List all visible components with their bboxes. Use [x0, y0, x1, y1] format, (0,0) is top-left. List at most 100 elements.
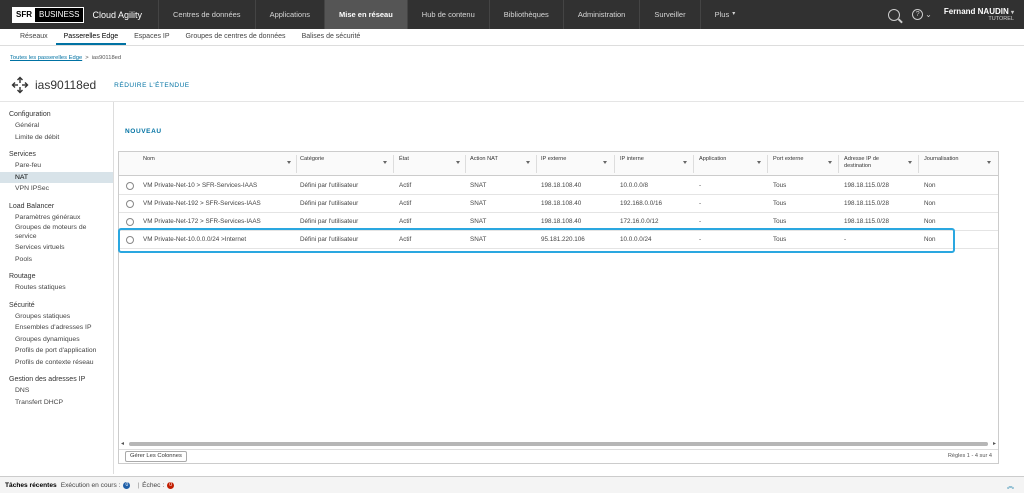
cell-destination-ip: 198.18.115.0/28 — [844, 200, 890, 207]
sfr-business-logo: SFR BUSINESS — [12, 6, 85, 23]
sidebar-item-general-settings[interactable]: Paramètres généraux — [0, 212, 113, 224]
sidebar-item-static-routes[interactable]: Routes statiques — [0, 282, 113, 294]
nav-tab-administration[interactable]: Administration — [562, 0, 640, 29]
subnav-security-tags[interactable]: Balises de sécurité — [294, 29, 369, 45]
help-menu[interactable]: ? ⌄ — [912, 9, 932, 20]
sidebar-item-firewall[interactable]: Pare-feu — [0, 160, 113, 172]
failed-count-badge[interactable]: 0 — [167, 481, 175, 489]
column-separator — [838, 155, 839, 173]
filter-icon[interactable] — [383, 161, 387, 164]
column-header-state[interactable]: État — [399, 156, 409, 163]
manage-columns-button[interactable]: Gérer Les Colonnes — [125, 451, 187, 462]
sidebar-item-service-engine-groups[interactable]: Groupes de moteurs de service — [0, 223, 113, 242]
failed-label: Échec : — [142, 481, 165, 489]
filter-icon[interactable] — [526, 161, 530, 164]
sidebar-item-network-context-profiles[interactable]: Profils de contexte réseau — [0, 357, 113, 369]
selected-row-highlight — [118, 228, 955, 253]
column-header-internal-ip[interactable]: IP interne — [620, 156, 644, 163]
column-separator — [465, 155, 466, 173]
nav-tab-content-hub[interactable]: Hub de contenu — [406, 0, 489, 29]
sidebar-item-ipsec-vpn[interactable]: VPN IPSec — [0, 183, 113, 195]
sidebar-item-rate-limit[interactable]: Limite de débit — [0, 132, 113, 144]
column-header-category[interactable]: Catégorie — [300, 156, 324, 163]
cell-nat-action: SNAT — [470, 200, 487, 207]
sidebar-item-pools[interactable]: Pools — [0, 254, 113, 266]
column-header-name[interactable]: Nom — [143, 156, 155, 163]
sidebar-item-dns[interactable]: DNS — [0, 385, 113, 397]
scroll-thumb[interactable] — [129, 442, 988, 446]
cell-internal-ip: 10.0.0.0/8 — [620, 182, 649, 189]
subnav-datacenter-groups[interactable]: Groupes de centres de données — [178, 29, 294, 45]
filter-icon[interactable] — [828, 161, 832, 164]
cell-external-port: Tous — [773, 218, 787, 225]
sidebar-heading: Routage — [9, 273, 36, 280]
filter-icon[interactable] — [908, 161, 912, 164]
sidebar-group-routing: Routage Routes statiques — [0, 271, 113, 294]
sidebar-item-dhcp-forwarding[interactable]: Transfert DHCP — [0, 397, 113, 409]
cell-internal-ip: 192.168.0.0/16 — [620, 200, 663, 207]
filter-icon[interactable] — [683, 161, 687, 164]
column-header-external-port[interactable]: Port externe — [773, 156, 803, 163]
new-rule-button[interactable]: NOUVEAU — [125, 128, 162, 135]
page-header: ias90118ed RÉDUIRE L'ÉTENDUE — [10, 76, 190, 94]
running-count-badge[interactable]: 0 — [123, 481, 131, 489]
column-header-nat-action[interactable]: Action NAT — [470, 156, 498, 163]
subnav-ip-spaces[interactable]: Espaces IP — [126, 29, 177, 45]
column-header-application[interactable]: Application — [699, 156, 726, 163]
nav-tab-applications[interactable]: Applications — [254, 0, 324, 29]
brand[interactable]: SFR BUSINESS Cloud Agility — [0, 0, 158, 29]
sidebar-heading: Configuration — [9, 111, 51, 118]
search-icon[interactable] — [888, 8, 901, 21]
row-select-radio[interactable] — [126, 200, 134, 208]
column-separator — [296, 155, 297, 173]
table-row[interactable]: VM Private-Net-192 > SFR-Services-IAAS D… — [119, 195, 998, 213]
scroll-left-icon[interactable]: ◂ — [121, 441, 124, 447]
help-caret-icon: ⌄ — [925, 10, 932, 19]
nav-tab-monitor[interactable]: Surveiller — [639, 0, 699, 29]
grid-footer: Gérer Les Colonnes Règles 1 - 4 sur 4 — [119, 449, 998, 464]
sidebar-item-static-groups[interactable]: Groupes statiques — [0, 311, 113, 323]
sidebar-item-general[interactable]: Général — [0, 120, 113, 132]
subnav-networks[interactable]: Réseaux — [12, 29, 56, 45]
sidebar-item-virtual-services[interactable]: Services virtuels — [0, 242, 113, 254]
sidebar-item-ip-sets[interactable]: Ensembles d'adresses IP — [0, 322, 113, 334]
cell-destination-ip: 198.18.115.0/28 — [844, 218, 890, 225]
row-select-radio[interactable] — [126, 182, 134, 190]
sidebar-group-ip-management: Gestion des adresses IP DNS Transfert DH… — [0, 374, 113, 408]
column-separator — [393, 155, 394, 173]
nav-tab-networking[interactable]: Mise en réseau — [324, 0, 407, 29]
sidebar-item-app-port-profiles[interactable]: Profils de port d'application — [0, 345, 113, 357]
horizontal-scrollbar[interactable]: ◂ ▸ — [121, 440, 996, 448]
nav-tab-libraries[interactable]: Bibliothèques — [488, 0, 563, 29]
column-header-logging[interactable]: Journalisation — [924, 156, 959, 163]
filter-icon[interactable] — [287, 161, 291, 164]
page-title: ias90118ed — [35, 78, 97, 92]
column-separator — [614, 155, 615, 173]
sidebar-item-dynamic-groups[interactable]: Groupes dynamiques — [0, 334, 113, 346]
nav-tab-datacenters[interactable]: Centres de données — [158, 0, 255, 29]
table-row[interactable]: VM Private-Net-10 > SFR-Services-IAAS Dé… — [119, 177, 998, 195]
scroll-right-icon[interactable]: ▸ — [993, 441, 996, 447]
row-select-radio[interactable] — [126, 218, 134, 226]
column-header-external-ip[interactable]: IP externe — [541, 156, 566, 163]
sidebar-item-nat[interactable]: NAT — [0, 171, 113, 183]
expand-up-icon[interactable]: ︽ — [1007, 481, 1014, 491]
collapse-scope-link[interactable]: RÉDUIRE L'ÉTENDUE — [114, 82, 189, 89]
cell-category: Défini par l'utilisateur — [300, 182, 359, 189]
column-header-destination-ip[interactable]: Adresse IP de destination — [844, 156, 904, 170]
filter-icon[interactable] — [603, 161, 607, 164]
task-separator: | — [137, 481, 140, 489]
breadcrumb-all-edges[interactable]: Toutes les passerelles Edge — [10, 55, 82, 61]
user-menu[interactable]: Fernand NAUDIN ▾ TUTOREL — [944, 7, 1014, 22]
edge-gateway-icon — [11, 76, 29, 94]
nat-rules-grid: Nom Catégorie État Action NAT IP externe… — [118, 151, 999, 464]
grid-header: Nom Catégorie État Action NAT IP externe… — [119, 152, 998, 176]
nav-tab-more[interactable]: Plus ▾ — [699, 0, 750, 29]
recent-tasks-title[interactable]: Tâches récentes — [5, 482, 57, 489]
filter-icon[interactable] — [456, 161, 460, 164]
filter-icon[interactable] — [757, 161, 761, 164]
filter-icon[interactable] — [987, 161, 991, 164]
subnav-edge-gateways[interactable]: Passerelles Edge — [55, 29, 127, 45]
cell-category: Défini par l'utilisateur — [300, 218, 359, 225]
sidebar: Configuration Général Limite de débit Se… — [0, 102, 114, 474]
